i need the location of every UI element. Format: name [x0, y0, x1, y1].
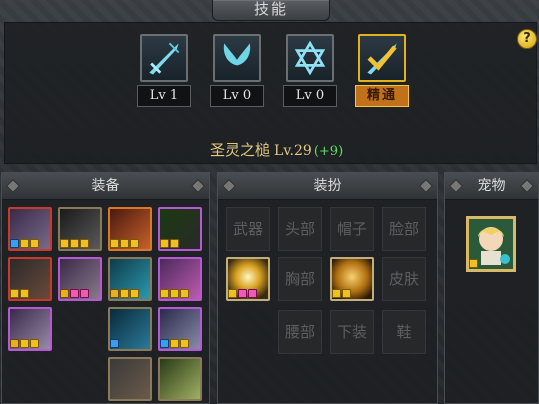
- equipment-slot[interactable]: [108, 207, 152, 251]
- skill-name: 圣灵之槌: [210, 141, 271, 159]
- avatar-slot-waist[interactable]: 腰部: [278, 310, 322, 354]
- avatar-header: 装扮: [218, 173, 437, 200]
- equipment-slot[interactable]: [8, 307, 52, 351]
- avatar-slot-weapon[interactable]: 武器: [226, 207, 270, 251]
- skill-level: Lv.29: [274, 143, 312, 159]
- avatar-slot-chest-equipped[interactable]: [330, 257, 374, 301]
- mastery-sword-icon: [358, 34, 406, 82]
- hexagram-icon: [286, 34, 334, 82]
- equipment-slot[interactable]: [8, 257, 52, 301]
- avatar-slot-skin[interactable]: 皮肤: [382, 257, 426, 301]
- window-title: 技能: [253, 0, 288, 18]
- skill-level-label: Lv 1: [137, 85, 191, 107]
- avatar-slot-shoes[interactable]: 鞋: [382, 310, 426, 354]
- skill-slot-1[interactable]: Lv 1: [137, 34, 193, 108]
- equipment-slot[interactable]: [108, 357, 152, 401]
- wings-icon: [213, 34, 261, 82]
- equipment-header: 装备: [2, 173, 209, 200]
- avatar-slot-weapon-equipped[interactable]: [226, 257, 270, 301]
- skill-level-label: 精通: [355, 85, 409, 107]
- skill-level-label: Lv 0: [283, 85, 337, 107]
- sword-icon: [140, 34, 188, 82]
- equipment-slot[interactable]: [158, 257, 202, 301]
- pet-slot[interactable]: [466, 216, 516, 272]
- skill-slot-3[interactable]: Lv 0: [283, 34, 339, 108]
- skill-slot-2[interactable]: Lv 0: [210, 34, 266, 108]
- equipment-slot[interactable]: [108, 307, 152, 351]
- equipment-slot[interactable]: [58, 207, 102, 251]
- pet-panel: 宠物: [444, 172, 539, 404]
- skill-bonus: (+9): [313, 144, 344, 159]
- pet-header: 宠物: [445, 173, 538, 200]
- avatar-slot-hat[interactable]: 帽子: [330, 207, 374, 251]
- equipment-title: 装备: [91, 178, 120, 194]
- skill-level-label: Lv 0: [210, 85, 264, 107]
- skill-slot-4[interactable]: 精通: [355, 34, 411, 108]
- equipment-slot[interactable]: [108, 257, 152, 301]
- avatar-slot-chest[interactable]: 胸部: [278, 257, 322, 301]
- equipment-slot[interactable]: [158, 357, 202, 401]
- equipment-slot[interactable]: [158, 207, 202, 251]
- avatar-slot-face[interactable]: 脸部: [382, 207, 426, 251]
- help-icon[interactable]: ?: [517, 29, 537, 49]
- selected-skill-info: 圣灵之槌 Lv.29 (+9): [210, 139, 410, 160]
- avatar-slot-pants[interactable]: 下装: [330, 310, 374, 354]
- avatar-title: 装扮: [313, 178, 342, 194]
- avatar-slot-head[interactable]: 头部: [278, 207, 322, 251]
- window-title-bar: 技能: [212, 0, 330, 21]
- equipment-slot[interactable]: [8, 207, 52, 251]
- equipment-slot[interactable]: [58, 257, 102, 301]
- equipment-slot[interactable]: [158, 307, 202, 351]
